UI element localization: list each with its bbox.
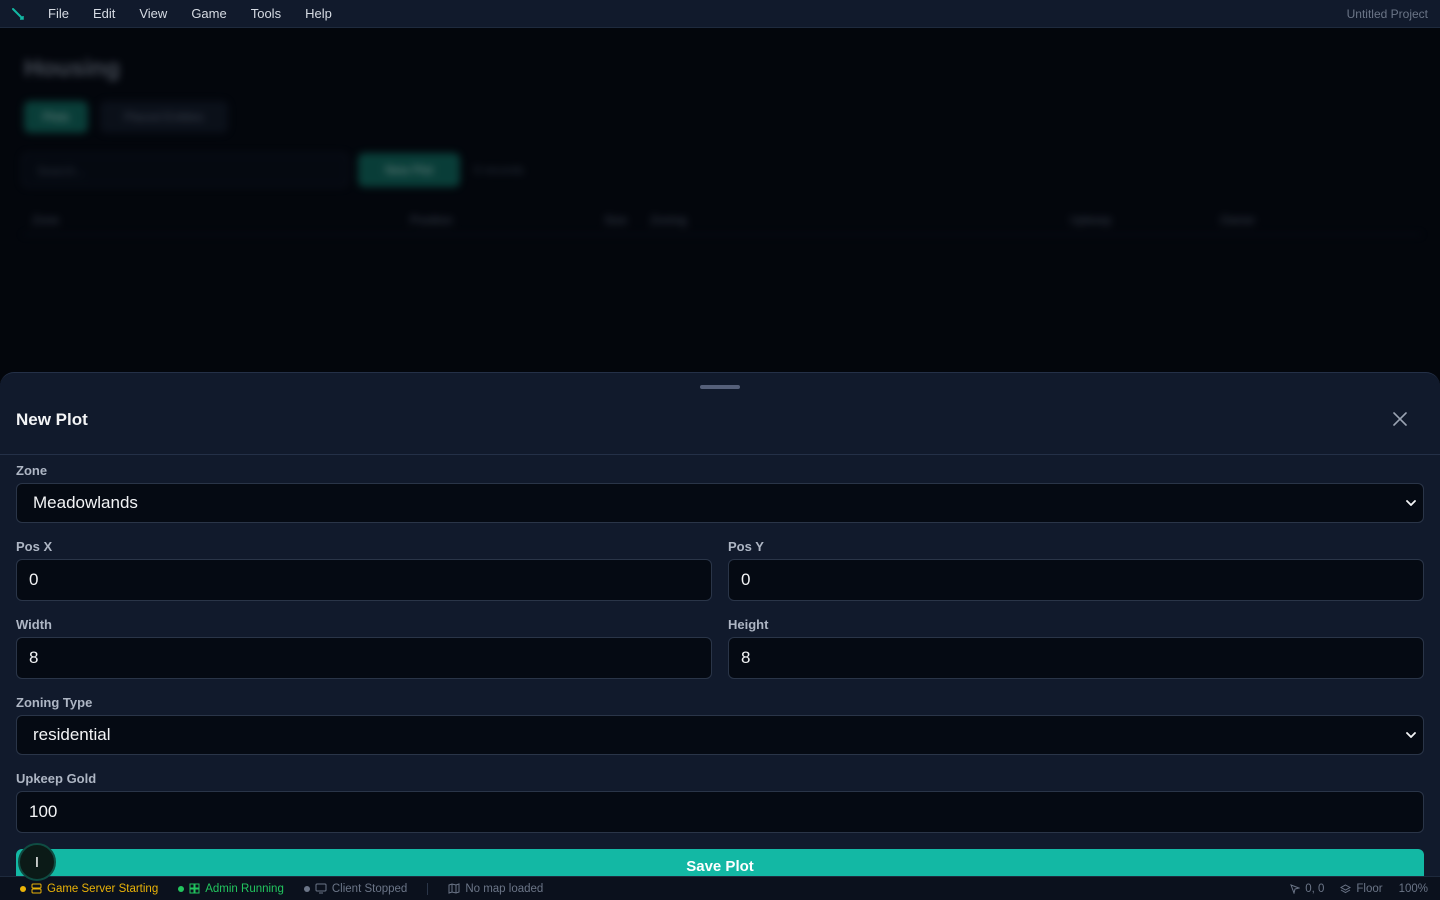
cursor-icon: [1290, 884, 1301, 894]
column-header: Position: [410, 213, 453, 227]
chevron-down-icon: [1399, 715, 1423, 755]
zone-label: Zone: [16, 463, 48, 478]
grid-icon: [189, 883, 200, 894]
zoom-label: 100%: [1398, 883, 1428, 895]
height-field[interactable]: [728, 637, 1424, 679]
admin-status[interactable]: Admin Running: [178, 883, 284, 895]
menu-tools[interactable]: Tools: [239, 0, 293, 28]
text-cursor-indicator: I: [18, 843, 56, 881]
tab-placed-entities: Placed Entities: [100, 101, 228, 133]
client-label: Client Stopped: [331, 882, 408, 895]
column-header: Upkeep: [1070, 213, 1112, 227]
height-input[interactable]: [729, 638, 1423, 678]
admin-label: Admin Running: [205, 882, 284, 895]
layers-icon: [1340, 883, 1352, 893]
column-header: Owner: [1220, 213, 1256, 227]
tab-plots: Plots: [24, 101, 88, 133]
status-right: 0, 0 Floor 100%: [1290, 877, 1428, 900]
brush-icon[interactable]: [0, 0, 36, 28]
map-label: No map loaded: [465, 882, 544, 895]
zoning-type-label: Zoning Type: [16, 695, 93, 710]
height-label: Height: [728, 617, 769, 632]
width-label: Width: [16, 617, 52, 632]
layer-readout[interactable]: Floor: [1340, 883, 1383, 895]
server-icon: [31, 883, 42, 894]
zone-select-value: Meadowlands: [33, 493, 138, 512]
client-status[interactable]: Client Stopped: [303, 882, 408, 895]
pos-x-label: Pos X: [16, 539, 53, 554]
menu-bar: File Edit View Game Tools Help Untitled …: [0, 0, 1440, 28]
status-dot: [303, 885, 310, 892]
coords-label: 0, 0: [1305, 883, 1325, 895]
map-status: No map loaded: [448, 883, 543, 895]
upkeep-gold-input[interactable]: [17, 792, 1423, 832]
chevron-down-icon: [1399, 483, 1423, 523]
column-header: Zone: [32, 213, 60, 227]
map-icon: [448, 883, 460, 894]
close-icon: [1393, 412, 1407, 426]
column-header: Size: [604, 213, 628, 227]
table-header: Zone Position Size Zoning Upkeep Owner: [22, 205, 1422, 235]
page-title: Housing: [24, 55, 120, 82]
pos-y-label: Pos Y: [728, 539, 764, 554]
status-dot: [178, 885, 185, 892]
width-input[interactable]: [17, 638, 711, 678]
divider: [427, 882, 429, 895]
menu-game[interactable]: Game: [179, 0, 238, 28]
zoom-readout: 100%: [1399, 883, 1428, 895]
game-server-status[interactable]: Game Server Starting: [20, 883, 158, 895]
close-button[interactable]: [1390, 409, 1410, 429]
status-bar: Game Server Starting Admin Running Clien…: [0, 876, 1440, 900]
menu-edit[interactable]: Edit: [81, 0, 127, 28]
zoning-type-select-value: residential: [33, 725, 111, 744]
menu-view[interactable]: View: [127, 0, 179, 28]
save-plot-button[interactable]: Save Plot: [16, 849, 1424, 876]
menu-file[interactable]: File: [36, 0, 81, 28]
coords-readout: 0, 0: [1290, 883, 1324, 895]
zoning-type-select[interactable]: residential: [16, 715, 1424, 755]
pos-x-input[interactable]: [17, 560, 711, 600]
drag-handle[interactable]: [700, 385, 740, 389]
upkeep-gold-label: Upkeep Gold: [16, 771, 97, 786]
menu-help[interactable]: Help: [293, 0, 344, 28]
sheet-header: New Plot: [0, 399, 1440, 455]
pos-y-field[interactable]: [728, 559, 1424, 601]
monitor-icon: [315, 883, 327, 894]
zone-select[interactable]: Meadowlands: [16, 483, 1424, 523]
search-input: Search...: [22, 153, 348, 187]
new-plot-sheet: New Plot Zone Meadowlands Pos X Pos Y Wi…: [0, 372, 1440, 876]
upkeep-gold-field[interactable]: [16, 791, 1424, 833]
layer-label: Floor: [1356, 883, 1383, 895]
pos-y-input[interactable]: [729, 560, 1423, 600]
status-dot: [20, 885, 26, 892]
background-page: Housing Plots Placed Entities Search... …: [0, 29, 1440, 409]
width-field[interactable]: [16, 637, 712, 679]
column-header: Zoning: [650, 213, 687, 227]
project-name: Untitled Project: [1346, 7, 1428, 21]
pos-x-field[interactable]: [16, 559, 712, 601]
record-count: 0 records: [474, 163, 525, 177]
game-server-label: Game Server Starting: [47, 882, 159, 895]
sheet-title: New Plot: [16, 410, 88, 429]
new-plot-button: New Plot: [358, 153, 460, 187]
